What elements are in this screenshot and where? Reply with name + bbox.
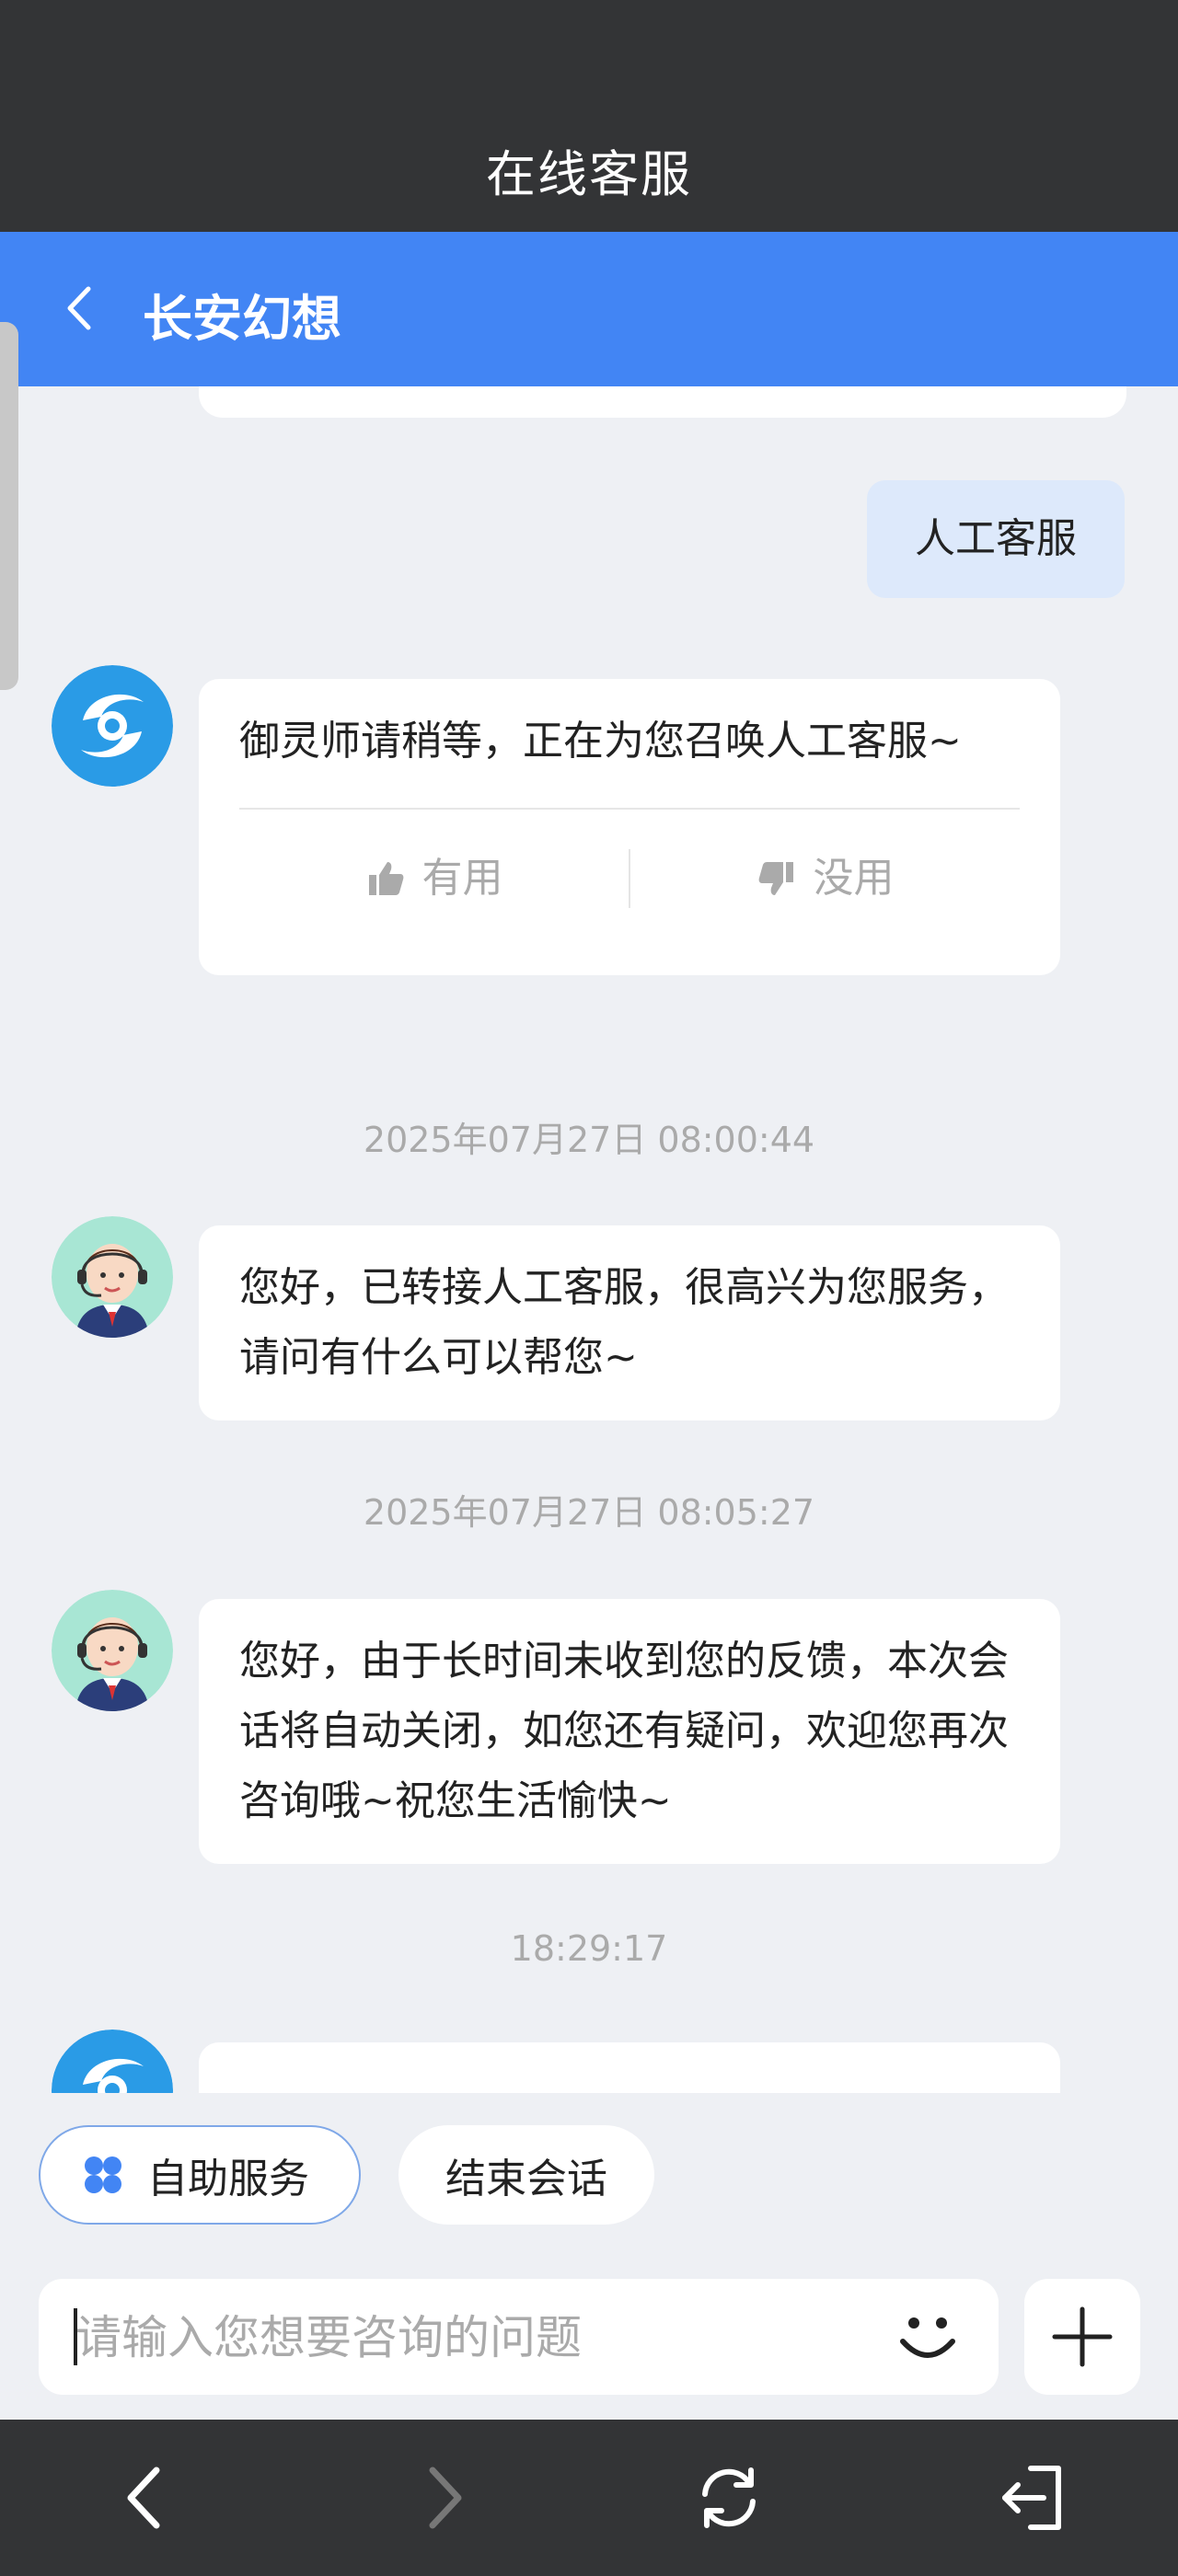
useful-label: 有用 [422, 855, 503, 902]
timestamp: 18:29:17 [510, 1928, 668, 1969]
chat-area[interactable]: 人工客服 御灵师请稍等，正在为您召唤人工客服~ 有用 没用 2025年07月27… [0, 386, 1178, 2093]
plus-icon [1052, 2306, 1113, 2367]
grid-icon [85, 2156, 121, 2193]
nav-bar: 长安幻想 [0, 232, 1178, 386]
agent-message-bubble: 您好，由于长时间未收到您的反馈，本次会话将自动关闭，如您还有疑问，欢迎您再次咨询… [199, 1599, 1060, 1864]
bot-avatar [52, 2030, 173, 2093]
self-service-label: 自助服务 [147, 2156, 309, 2202]
end-session-button[interactable]: 结束会话 [398, 2125, 654, 2225]
agent-message-text: 您好，由于长时间未收到您的反馈，本次会话将自动关闭，如您还有疑问，欢迎您再次咨询… [239, 1638, 1009, 1824]
agent-avatar [52, 1590, 173, 1711]
thumbs-down-icon [758, 862, 793, 895]
bot-message-bubble [199, 2042, 1060, 2093]
system-nav-bar [0, 2420, 1178, 2576]
user-message: 人工客服 [867, 480, 1125, 598]
back-button[interactable] [53, 276, 109, 340]
useless-button[interactable]: 没用 [630, 844, 1020, 914]
bot-avatar [52, 665, 173, 787]
text-caret [74, 2308, 77, 2365]
bot-message-bubble: 御灵师请稍等，正在为您召唤人工客服~ 有用 没用 [199, 679, 1060, 975]
top-title-bar: 在线客服 [0, 0, 1178, 232]
game-logo-icon [52, 665, 173, 787]
useful-button[interactable]: 有用 [239, 844, 629, 914]
timestamp: 2025年07月27日 08:00:44 [363, 1120, 815, 1160]
agent-message-bubble: 您好，已转接人工客服，很高兴为您服务，请问有什么可以帮您~ [199, 1225, 1060, 1420]
game-logo-icon [52, 2030, 173, 2093]
plus-button[interactable] [1024, 2279, 1140, 2395]
message-input-box[interactable] [39, 2279, 999, 2397]
smiley-icon[interactable] [894, 2303, 962, 2371]
end-session-label: 结束会话 [445, 2156, 607, 2202]
message-input[interactable] [74, 2279, 887, 2397]
useless-label: 没用 [813, 855, 895, 902]
thumbs-up-icon [368, 862, 403, 895]
agent-avatar-icon [52, 1216, 173, 1338]
bottom-panel: 自助服务 结束会话 [0, 2093, 1178, 2420]
refresh-icon[interactable] [692, 2461, 766, 2535]
chevron-left-icon [67, 286, 91, 330]
exit-icon[interactable] [994, 2461, 1068, 2535]
feedback-bar: 有用 没用 [239, 808, 1020, 948]
bot-message-text: 御灵师请稍等，正在为您召唤人工客服~ [239, 718, 962, 765]
arrow-left-icon[interactable] [110, 2461, 184, 2535]
timestamp: 2025年07月27日 08:05:27 [363, 1492, 815, 1533]
game-title: 长安幻想 [143, 290, 341, 348]
previous-message-bubble [199, 386, 1126, 418]
arrow-right-icon[interactable] [405, 2461, 479, 2535]
agent-avatar-icon [52, 1590, 173, 1711]
page-title: 在线客服 [486, 145, 692, 203]
self-service-button[interactable]: 自助服务 [39, 2125, 361, 2225]
agent-avatar [52, 1216, 173, 1338]
agent-message-text: 您好，已转接人工客服，很高兴为您服务，请问有什么可以帮您~ [239, 1264, 1009, 1381]
